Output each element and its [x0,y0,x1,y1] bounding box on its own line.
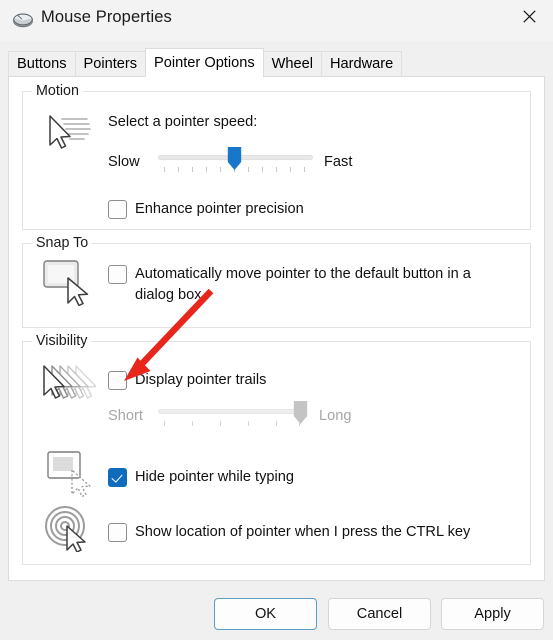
snap-to-group-label: Snap To [32,235,93,251]
pointer-speed-slider-thumb[interactable] [227,146,242,171]
auto-move-pointer-checkbox[interactable] [108,265,127,284]
trails-length-slider-thumb[interactable] [293,400,308,425]
show-location-ctrl-row[interactable]: Show location of pointer when I press th… [108,522,470,543]
pointer-speed-illustration-icon [42,112,92,161]
trails-length-slider[interactable] [158,400,308,429]
tab-wheel[interactable]: Wheel [262,51,323,76]
show-location-ctrl-label: Show location of pointer when I press th… [135,524,471,540]
hide-pointer-while-typing-label: Hide pointer while typing [135,469,294,485]
trails-short-label: Short [108,408,143,424]
title-bar: Mouse Properties [0,0,553,41]
tab-pointer-options[interactable]: Pointer Options [145,48,264,77]
display-pointer-trails-checkbox[interactable] [108,371,127,390]
ok-button-label: OK [254,606,277,622]
enhance-pointer-precision-checkbox[interactable] [108,200,127,219]
pointer-trails-illustration-icon [38,362,97,415]
tab-buttons[interactable]: Buttons [8,51,76,76]
hide-pointer-while-typing-row[interactable]: Hide pointer while typing [108,467,294,488]
tab-pointers[interactable]: Pointers [74,51,147,76]
tab-buttons-label: Buttons [17,56,67,72]
tab-hardware-label: Hardware [330,56,394,72]
trails-long-label: Long [319,408,352,424]
show-location-ctrl-checkbox[interactable] [108,523,127,542]
tab-wheel-label: Wheel [271,56,314,72]
pointer-options-panel: Motion Select a pointer speed: Slow Fast… [8,76,545,581]
display-pointer-trails-row[interactable]: Display pointer trails [108,370,266,391]
snap-to-illustration-icon [42,258,94,311]
tab-pointer-options-label: Pointer Options [154,55,255,71]
visibility-group-label: Visibility [32,333,92,349]
enhance-pointer-precision-label: Enhance pointer precision [135,201,304,217]
tab-pointers-label: Pointers [83,56,138,72]
hide-pointer-while-typing-checkbox[interactable] [108,468,127,487]
show-location-illustration-icon [43,504,95,557]
trails-length-slider-track [158,409,306,414]
ok-button[interactable]: OK [214,598,317,630]
tab-strip: Buttons Pointers Pointer Options Wheel H… [8,48,403,77]
display-pointer-trails-label: Display pointer trails [135,372,267,388]
mouse-properties-dialog: Mouse Properties Buttons Pointers Pointe… [0,0,553,640]
visibility-group: Visibility Display pointer trails Short … [22,333,531,565]
close-button[interactable] [506,0,553,32]
pointer-speed-slow-label: Slow [108,154,140,170]
apply-button-label: Apply [474,606,511,622]
trails-length-slider-ticks [158,421,306,427]
mouse-icon [12,11,34,29]
cancel-button-label: Cancel [356,606,403,622]
pointer-speed-caption: Select a pointer speed: [108,114,258,130]
tab-hardware[interactable]: Hardware [321,51,403,76]
snap-to-group: Snap To Automatically move pointer to th… [22,235,531,328]
motion-group-label: Motion [32,83,83,99]
auto-move-pointer-label: Automatically move pointer to the defaul… [135,266,471,303]
pointer-speed-slider[interactable] [158,147,313,175]
enhance-pointer-precision-row[interactable]: Enhance pointer precision [108,199,304,220]
cancel-button[interactable]: Cancel [328,598,431,630]
pointer-speed-fast-label: Fast [324,154,353,170]
window-title: Mouse Properties [41,8,172,26]
auto-move-pointer-row[interactable]: Automatically move pointer to the defaul… [108,264,508,306]
apply-button[interactable]: Apply [441,598,544,630]
motion-group: Motion Select a pointer speed: Slow Fast… [22,83,531,230]
hide-while-typing-illustration-icon [46,450,94,503]
close-icon [523,9,536,23]
